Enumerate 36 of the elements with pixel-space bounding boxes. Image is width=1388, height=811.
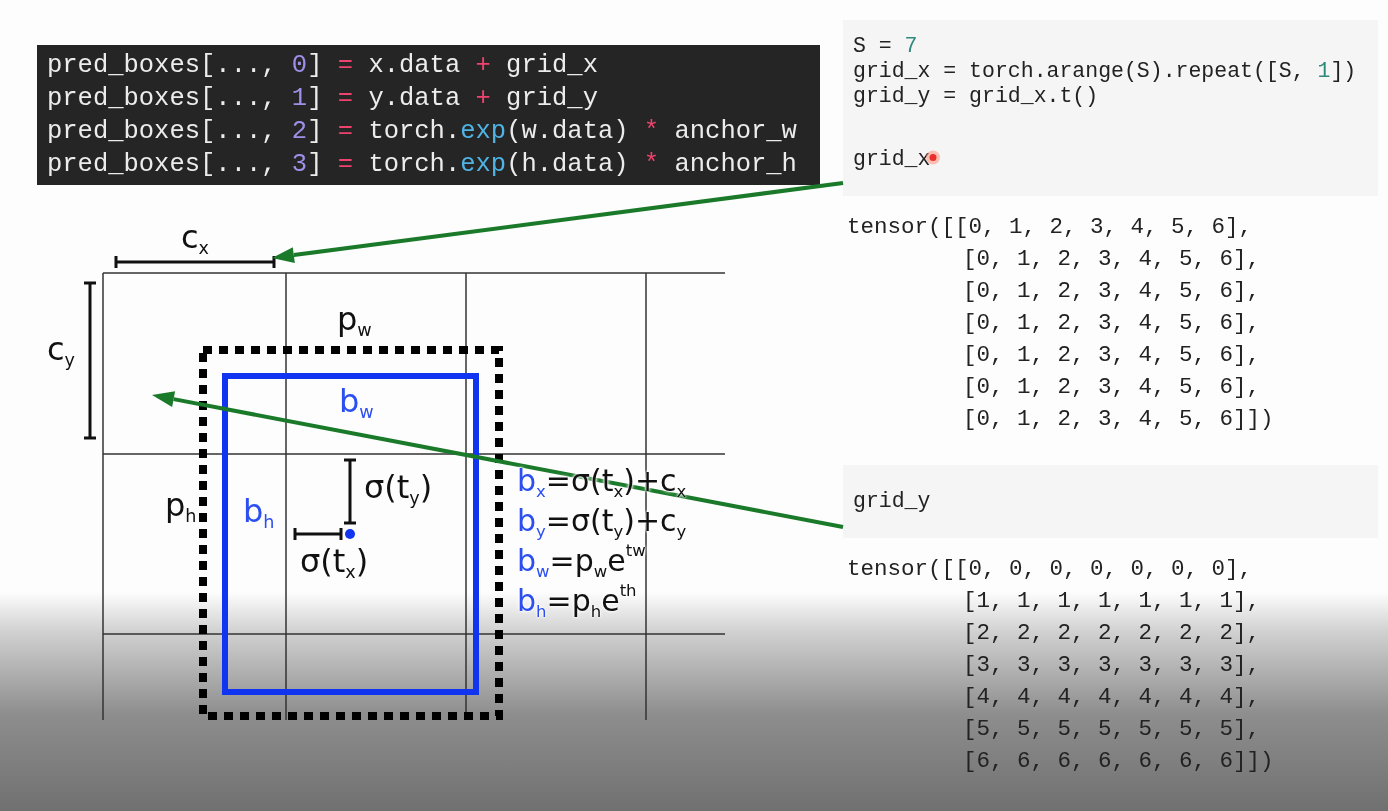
formula-variable: b$_{w}$ (517, 542, 550, 581)
output-line: [4, 4, 4, 4, 4, 4, 4], (963, 683, 1261, 712)
output-line: [0, 1, 2, 3, 4, 5, 6], (963, 245, 1261, 274)
code-line: pred_boxes[..., 1] = y.data + grid_y (47, 83, 598, 115)
formula-text: =p$_{h}$e$^{th}$ (546, 581, 637, 621)
output-line: [0, 1, 2, 3, 4, 5, 6], (963, 341, 1261, 370)
output-line: tensor([[0, 1, 2, 3, 4, 5, 6], (847, 213, 1253, 242)
output-line: [1, 1, 1, 1, 1, 1, 1], (963, 587, 1261, 616)
dimension-label: p$_{w}$ (337, 301, 372, 337)
output-line: tensor([[0, 0, 0, 0, 0, 0, 0], (847, 555, 1253, 584)
formula-text: =p$_{w}$e$^{tw}$ (549, 541, 646, 581)
output-line: [0, 1, 2, 3, 4, 5, 6], (963, 373, 1261, 402)
output-line: [6, 6, 6, 6, 6, 6, 6]]) (963, 747, 1274, 776)
formula-variable: b$_{x}$ (517, 462, 546, 501)
output-line: [5, 5, 5, 5, 5, 5, 5], (963, 715, 1261, 744)
output-line: [3, 3, 3, 3, 3, 3, 3], (963, 651, 1261, 680)
dimension-label: c$_{x}$ (181, 219, 209, 255)
formula-variable: b$_{y}$ (517, 502, 546, 541)
output-line: [0, 1, 2, 3, 4, 5, 6], (963, 277, 1261, 306)
code-cell[interactable]: grid_x (843, 123, 1378, 196)
code-cell[interactable]: grid_y (843, 465, 1378, 538)
offset-bracket (344, 458, 356, 525)
formula-variable: b$_{h}$ (517, 582, 547, 621)
code-line: pred_boxes[..., 3] = torch.exp(h.data) * anchor_h (47, 149, 797, 181)
offset-bracket (293, 528, 343, 540)
output-line: [0, 1, 2, 3, 4, 5, 6], (963, 309, 1261, 338)
code-line: pred_boxes[..., 0] = x.data + grid_x (47, 50, 598, 82)
code-line: pred_boxes[..., 2] = torch.exp(w.data) * anchor_w (47, 116, 797, 148)
box-label: b$_{h}$ (243, 493, 275, 529)
box-label: b$_{w}$ (339, 383, 374, 419)
dimension-label: σ(t$_{x}$) (300, 543, 369, 579)
code-cell[interactable]: S = 7 grid_x = torch.arange(S).repeat([S, 1]) grid_y = grid_x.t() (843, 20, 1378, 123)
output-line: [0, 1, 2, 3, 4, 5, 6]]) (963, 405, 1274, 434)
output-line: [2, 2, 2, 2, 2, 2, 2], (963, 619, 1261, 648)
dimension-label: p$_{h}$ (165, 487, 197, 523)
center-point (345, 529, 355, 539)
